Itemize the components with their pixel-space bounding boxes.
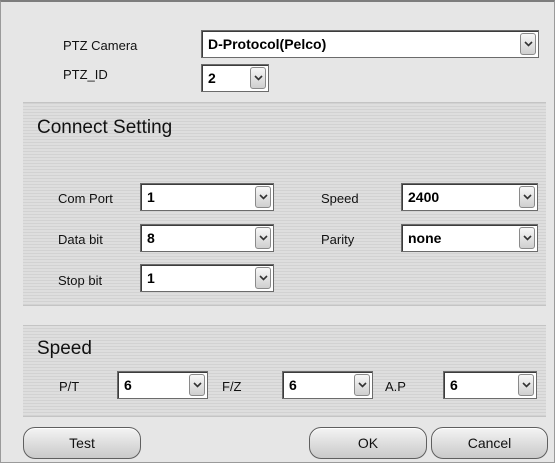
chevron-down-icon[interactable] [520,33,536,55]
chevron-down-icon[interactable] [354,374,370,396]
fz-speed-select[interactable]: 6 [282,371,373,399]
cancel-button[interactable]: Cancel [431,427,548,459]
ptz-settings-dialog: PTZ Camera D-Protocol(Pelco) PTZ_ID 2 Co… [0,0,555,463]
speed-label: Speed [321,191,359,206]
data-bit-label: Data bit [58,232,103,247]
com-port-select[interactable]: 1 [140,183,274,211]
ptz-camera-label: PTZ Camera [63,38,138,53]
com-port-value: 1 [147,189,155,205]
speed-value: 2400 [408,189,440,205]
stop-bit-select[interactable]: 1 [140,264,274,292]
chevron-down-icon[interactable] [518,374,534,396]
speed-panel: Speed P/T 6 F/Z 6 A.P 6 [23,325,546,417]
parity-label: Parity [321,232,355,247]
chevron-down-icon[interactable] [255,267,271,289]
ap-speed-value: 6 [450,377,458,393]
parity-select[interactable]: none [401,224,538,252]
chevron-down-icon[interactable] [189,374,205,396]
ok-button[interactable]: OK [309,427,427,459]
data-bit-select[interactable]: 8 [140,224,274,252]
ptz-camera-value: D-Protocol(Pelco) [208,36,327,52]
speed-select[interactable]: 2400 [401,183,538,211]
speed-title: Speed [37,338,92,359]
pt-label: P/T [59,379,80,394]
stop-bit-value: 1 [147,270,155,286]
ptz-id-value: 2 [208,70,216,86]
test-button[interactable]: Test [23,427,141,459]
ptz-camera-select[interactable]: D-Protocol(Pelco) [201,30,539,58]
pt-speed-value: 6 [124,377,132,393]
ap-label: A.P [385,379,406,394]
chevron-down-icon[interactable] [250,67,266,89]
pt-speed-select[interactable]: 6 [117,371,208,399]
chevron-down-icon[interactable] [255,186,271,208]
data-bit-value: 8 [147,230,155,246]
fz-label: F/Z [222,379,242,394]
fz-speed-value: 6 [289,377,297,393]
ptz-id-label: PTZ_ID [63,67,108,82]
parity-value: none [408,230,442,246]
com-port-label: Com Port [58,191,113,206]
chevron-down-icon[interactable] [519,186,535,208]
connect-setting-title: Connect Setting [37,117,173,138]
connect-setting-panel: Connect Setting Com Port 1 Speed 2400 Da… [23,102,546,306]
stop-bit-label: Stop bit [58,273,103,288]
ptz-id-select[interactable]: 2 [201,64,269,92]
chevron-down-icon[interactable] [519,227,535,249]
chevron-down-icon[interactable] [255,227,271,249]
ap-speed-select[interactable]: 6 [443,371,537,399]
